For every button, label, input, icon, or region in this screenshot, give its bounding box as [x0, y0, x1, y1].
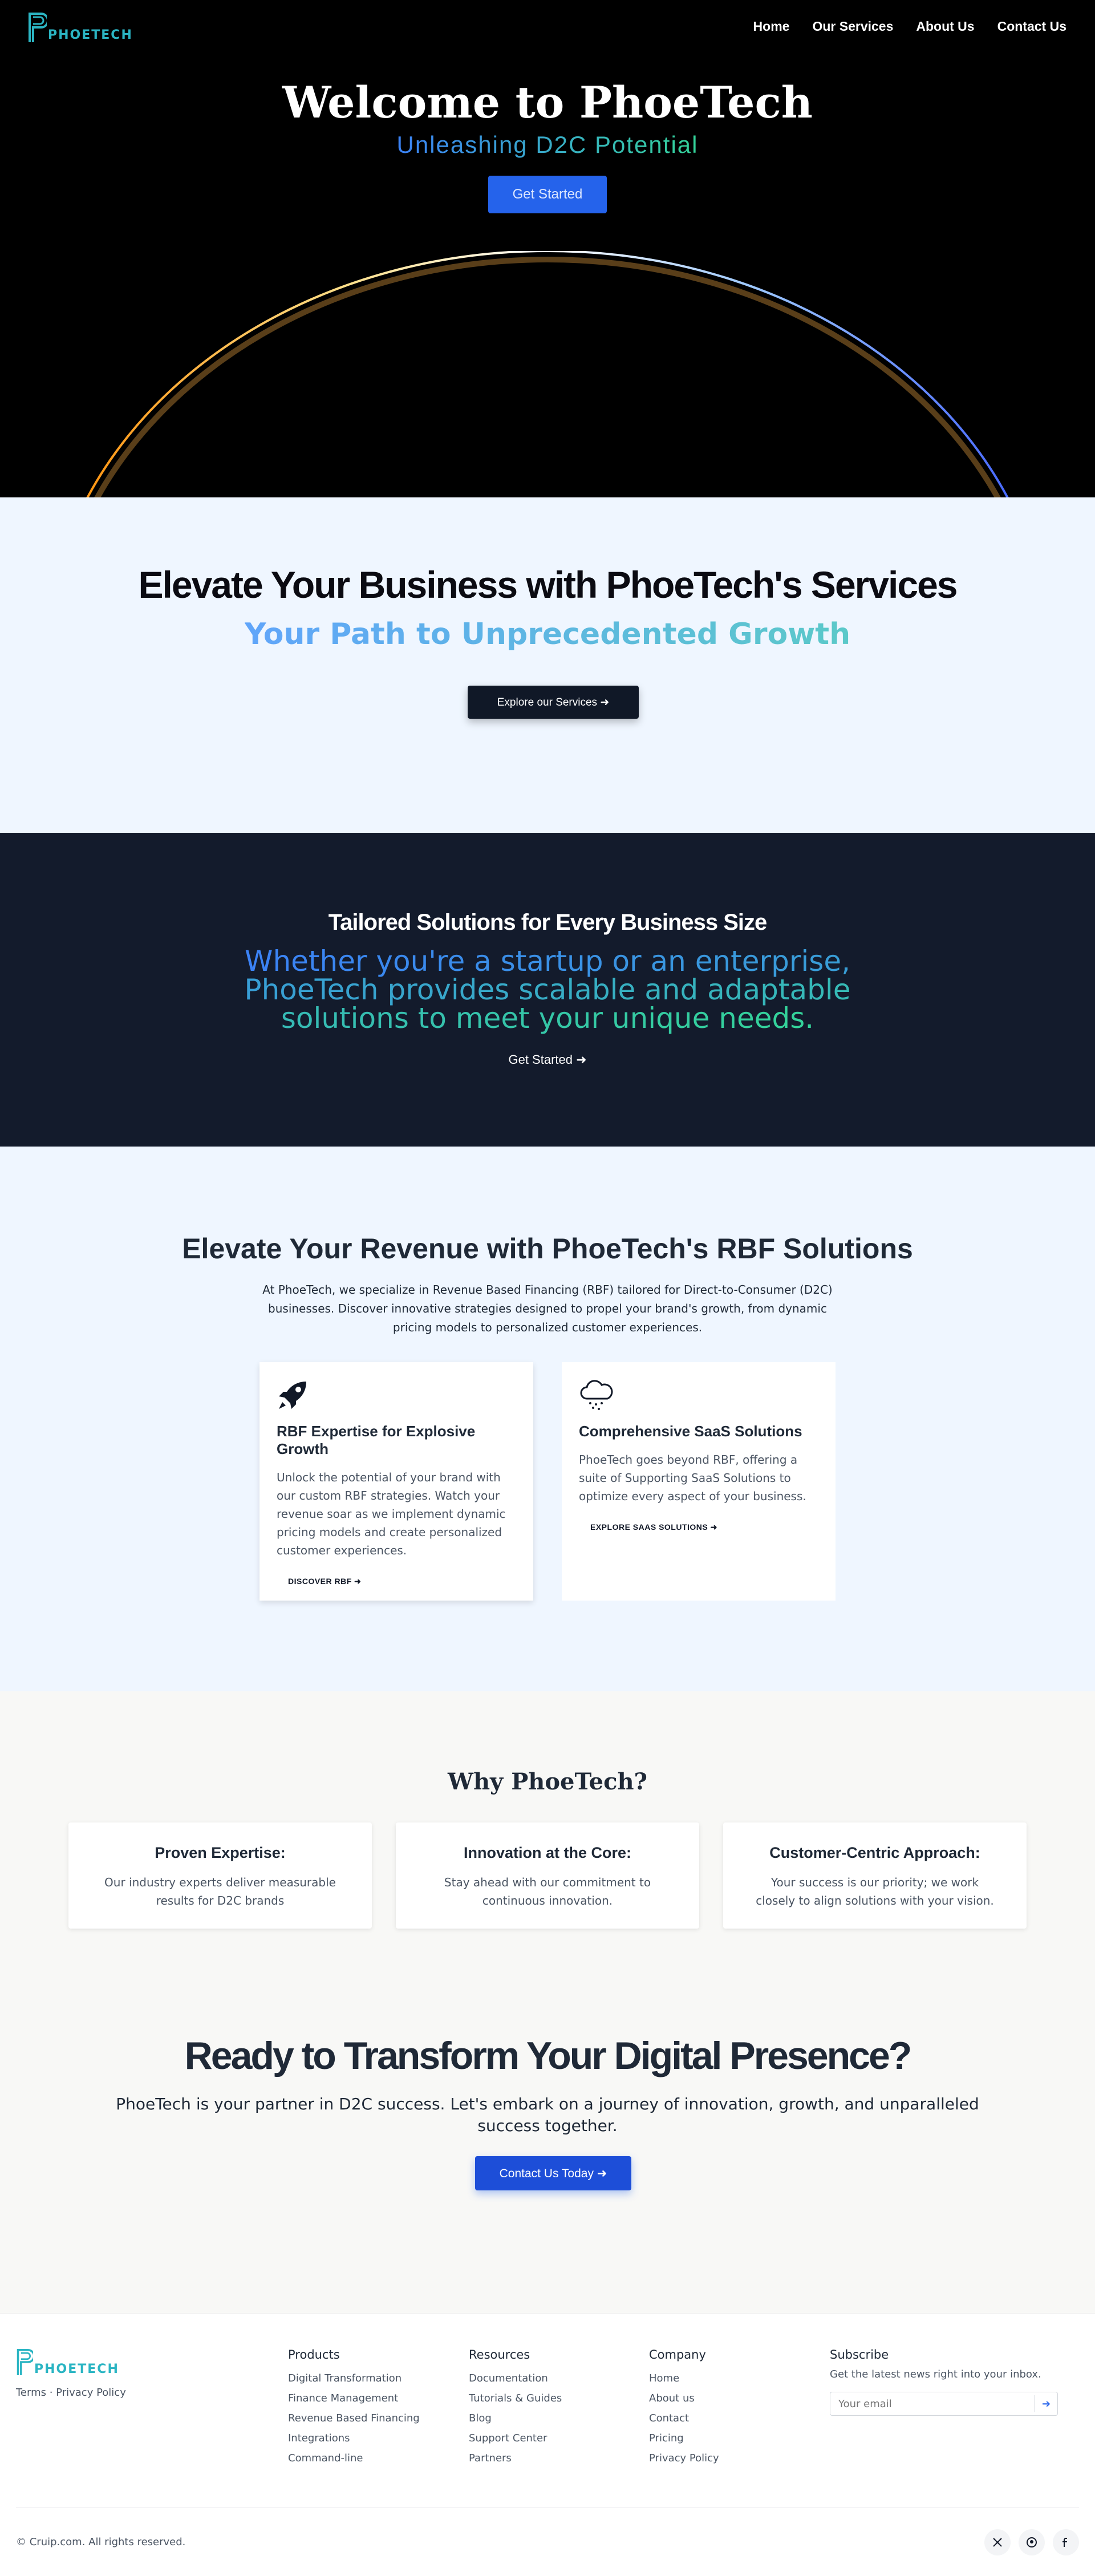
- hero-section: PHOETECH Home Our Services About Us Cont…: [0, 0, 1095, 497]
- why-card-title: Proven Expertise:: [155, 1844, 286, 1861]
- footer-link[interactable]: Support Center: [469, 2428, 562, 2448]
- footer-col-products: Products Digital Transformation Finance …: [288, 2348, 420, 2468]
- footer-link[interactable]: Documentation: [469, 2368, 562, 2388]
- saas-card-title: Comprehensive SaaS Solutions: [579, 1423, 802, 1440]
- why-card-innovation: Innovation at the Core: Stay ahead with …: [396, 1822, 699, 1929]
- saas-card: Comprehensive SaaS Solutions PhoeTech go…: [562, 1362, 836, 1601]
- explore-saas-link[interactable]: EXPLORE SAAS SOLUTIONS ➜: [590, 1522, 717, 1532]
- planet-horizon-image: [86, 251, 1009, 497]
- footer-link[interactable]: Blog: [469, 2408, 562, 2428]
- facebook-icon[interactable]: [1053, 2529, 1079, 2555]
- footer-col-company: Company Home About us Contact Pricing Pr…: [649, 2348, 719, 2468]
- nav-our-services[interactable]: Our Services: [812, 19, 893, 34]
- rbf-card-text: Unlock the potential of your brand with …: [277, 1471, 506, 1557]
- services-title: Elevate Your Business with PhoeTech's Se…: [138, 564, 958, 606]
- hero-title: Welcome to PhoeTech: [282, 77, 813, 128]
- rbf-card: RBF Expertise for Explosive Growth Unloc…: [259, 1362, 533, 1601]
- tailored-text-content: Whether you're a startup or an enterpris…: [244, 945, 851, 1035]
- why-card-text: Your success is our priority; we work cl…: [756, 1876, 994, 1907]
- why-card-title: Customer-Centric Approach:: [769, 1844, 980, 1861]
- subscribe-title: Subscribe: [830, 2348, 889, 2362]
- tailored-title: Tailored Solutions for Every Business Si…: [328, 910, 768, 935]
- services-subtitle-text: Your Path to Unprecedented Growth: [244, 617, 851, 651]
- footer-brand-name: PHOETECH: [34, 2362, 119, 2376]
- brand-logo[interactable]: PHOETECH: [27, 11, 133, 43]
- subscribe-form: ➔: [830, 2392, 1058, 2416]
- why-card-text: Our industry experts deliver measurable …: [104, 1876, 336, 1907]
- rbf-card-title: RBF Expertise for Explosive Growth: [277, 1423, 476, 1457]
- cta-text: PhoeTech is your partner in D2C success.…: [116, 2095, 979, 2135]
- footer: PHOETECH Terms · Privacy Policy Products…: [0, 2313, 1095, 2576]
- logo-mark-icon: [29, 13, 47, 42]
- why-card-customer: Customer-Centric Approach: Your success …: [723, 1822, 1027, 1929]
- nav-home[interactable]: Home: [753, 19, 790, 34]
- subscribe-text: Get the latest news right into your inbo…: [830, 2368, 1041, 2380]
- footer-legal-links[interactable]: Terms · Privacy Policy: [16, 2387, 126, 2399]
- footer-link[interactable]: Integrations: [288, 2428, 420, 2448]
- footer-link[interactable]: Finance Management: [288, 2388, 420, 2408]
- contact-us-button[interactable]: Contact Us Today ➜: [475, 2156, 631, 2190]
- footer-link[interactable]: Privacy Policy: [649, 2448, 719, 2468]
- logo-mark-icon: [17, 2349, 33, 2375]
- why-card-expertise: Proven Expertise: Our industry experts d…: [68, 1822, 372, 1929]
- why-section: Why PhoeTech? Proven Expertise: Our indu…: [0, 1691, 1095, 2313]
- arrow-right-icon: ➔: [1041, 2397, 1051, 2409]
- email-input[interactable]: [830, 2392, 1035, 2415]
- rbf-title: Elevate Your Revenue with PhoeTech's RBF…: [182, 1233, 913, 1265]
- nav-about-us[interactable]: About Us: [916, 19, 974, 34]
- hero-subtitle: Unleashing D2C Potential: [0, 131, 1095, 159]
- footer-col-title: Resources: [469, 2348, 530, 2362]
- copyright: © Cruip.com. All rights reserved.: [16, 2536, 186, 2548]
- brand-name: PHOETECH: [48, 28, 133, 42]
- cta-title: Ready to Transform Your Digital Presence…: [184, 2034, 912, 2077]
- footer-link[interactable]: Tutorials & Guides: [469, 2388, 562, 2408]
- discover-rbf-link[interactable]: DISCOVER RBF ➜: [288, 1577, 361, 1586]
- why-card-text: Stay ahead with our commitment to contin…: [444, 1876, 651, 1907]
- footer-link[interactable]: Partners: [469, 2448, 562, 2468]
- get-started-button[interactable]: Get Started: [488, 176, 607, 213]
- hero-subtitle-text: Unleashing D2C Potential: [396, 131, 699, 158]
- nav-links: Home Our Services About Us Contact Us: [753, 19, 1066, 34]
- footer-link[interactable]: Contact: [649, 2408, 719, 2428]
- why-title: Why PhoeTech?: [448, 1768, 647, 1795]
- footer-link[interactable]: Digital Transformation: [288, 2368, 420, 2388]
- rocket-icon: [279, 1382, 306, 1409]
- rbf-section: Elevate Your Revenue with PhoeTech's RBF…: [0, 1147, 1095, 1691]
- cloud-icon: [580, 1380, 613, 1410]
- footer-link[interactable]: About us: [649, 2388, 719, 2408]
- footer-link[interactable]: Pricing: [649, 2428, 719, 2448]
- github-icon[interactable]: [1019, 2529, 1045, 2555]
- x-icon[interactable]: [984, 2529, 1011, 2555]
- top-nav: PHOETECH Home Our Services About Us Cont…: [0, 0, 1095, 57]
- why-card-title: Innovation at the Core:: [463, 1844, 631, 1861]
- footer-link[interactable]: Revenue Based Financing: [288, 2408, 420, 2428]
- rbf-description: At PhoeTech, we specialize in Revenue Ba…: [262, 1283, 833, 1334]
- footer-link[interactable]: Command-line: [288, 2448, 420, 2468]
- social-links: [984, 2529, 1079, 2555]
- footer-col-resources: Resources Documentation Tutorials & Guid…: [469, 2348, 562, 2468]
- tailored-text: Whether you're a startup or an enterpris…: [205, 947, 890, 1032]
- footer-subscribe: Subscribe Get the latest news right into…: [830, 2348, 1058, 2416]
- footer-col-title: Company: [649, 2348, 706, 2362]
- tailored-section: Tailored Solutions for Every Business Si…: [0, 833, 1095, 1147]
- tailored-get-started-link[interactable]: Get Started ➜: [0, 1052, 1095, 1067]
- services-subtitle: Your Path to Unprecedented Growth: [0, 617, 1095, 651]
- explore-services-button[interactable]: Explore our Services ➜: [468, 686, 639, 719]
- footer-link[interactable]: Home: [649, 2368, 719, 2388]
- footer-col-title: Products: [288, 2348, 340, 2362]
- subscribe-submit-button[interactable]: ➔: [1035, 2395, 1057, 2412]
- services-section: Elevate Your Business with PhoeTech's Se…: [0, 497, 1095, 833]
- saas-card-text: PhoeTech goes beyond RBF, offering a sui…: [579, 1453, 806, 1503]
- footer-logo[interactable]: PHOETECH: [16, 2348, 119, 2376]
- nav-contact-us[interactable]: Contact Us: [997, 19, 1066, 34]
